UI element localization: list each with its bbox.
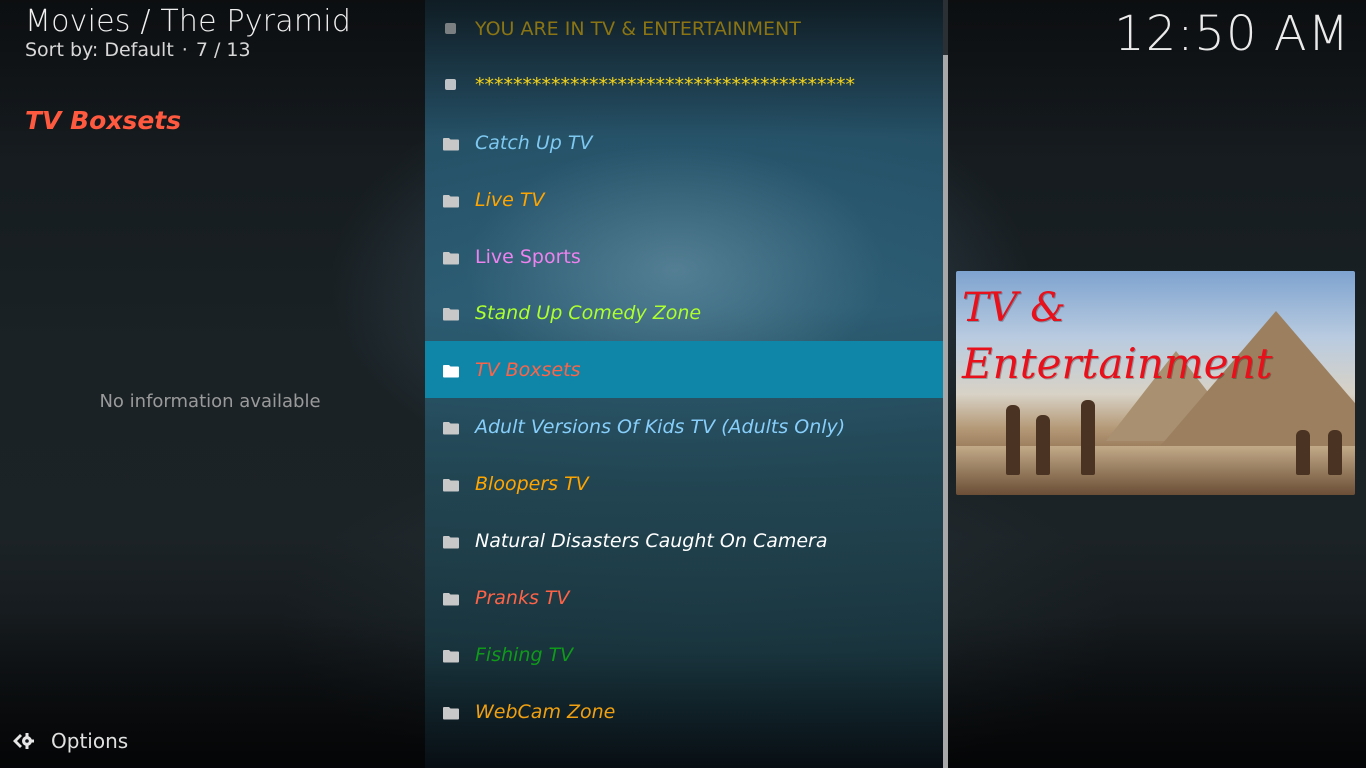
list-item[interactable]: Fishing TV	[425, 626, 943, 683]
folder-icon	[442, 705, 460, 719]
list-item[interactable]: Adult Versions Of Kids TV (Adults Only)	[425, 398, 943, 455]
sort-label[interactable]: Sort by: Default	[25, 39, 174, 61]
list-item[interactable]: YOU ARE IN TV & ENTERTAINMENT	[425, 0, 943, 57]
poster-title-line1: TV &	[962, 285, 1066, 331]
list-item-label: YOU ARE IN TV & ENTERTAINMENT	[475, 17, 801, 40]
list-item-label: Pranks TV	[475, 586, 570, 609]
list-item[interactable]: Live Sports	[425, 228, 943, 285]
options-gear-icon	[10, 728, 36, 754]
options-button[interactable]: Options	[10, 727, 128, 755]
list-item[interactable]: Natural Disasters Caught On Camera	[425, 512, 943, 569]
list-item-label: Adult Versions Of Kids TV (Adults Only)	[475, 415, 846, 438]
clock: 12:50 AM	[1114, 6, 1350, 62]
folder-icon	[442, 534, 460, 548]
list-item-label: Live Sports	[475, 245, 581, 268]
bullet-icon	[445, 79, 456, 90]
poster-title-line2: Entertainment	[962, 339, 1273, 388]
poster-thumbnail: TV & Entertainment	[956, 271, 1355, 495]
list-item-label: TV Boxsets	[475, 358, 581, 381]
list-item-label: Catch Up TV	[475, 131, 593, 154]
list-item-label: ****************************************	[475, 73, 855, 96]
list-item-label: Fishing TV	[475, 643, 574, 666]
poster-figure	[1296, 430, 1310, 475]
folder-icon	[442, 648, 460, 662]
poster-figure	[1328, 430, 1342, 475]
scrollbar-thumb[interactable]	[943, 55, 948, 768]
list-item-label: Bloopers TV	[475, 472, 589, 495]
breadcrumb-title: Movies / The Pyramid	[25, 4, 352, 39]
list-item[interactable]: ****************************************	[425, 56, 943, 113]
options-label: Options	[51, 729, 129, 753]
folder-icon	[442, 591, 460, 605]
sort-info: Sort by: Default · 7 / 13	[25, 39, 251, 61]
list-item-label: Stand Up Comedy Zone	[475, 301, 702, 324]
folder-icon	[442, 136, 460, 150]
list-item[interactable]: Bloopers TV	[425, 455, 943, 512]
item-position: 7 / 13	[195, 39, 251, 61]
poster-figure	[1036, 415, 1050, 475]
list-item[interactable]: Stand Up Comedy Zone	[425, 284, 943, 341]
list-item[interactable]: WebCam Zone	[425, 683, 943, 740]
list-item-label: WebCam Zone	[475, 700, 616, 723]
list-item[interactable]: Live TV	[425, 171, 943, 228]
folder-icon	[442, 420, 460, 434]
selected-item-title: TV Boxsets	[25, 106, 182, 135]
folder-icon	[442, 477, 460, 491]
list-item[interactable]: TV Boxsets	[425, 341, 943, 398]
folder-icon	[442, 193, 460, 207]
folder-icon	[442, 306, 460, 320]
file-list: YOU ARE IN TV & ENTERTAINMENT ***********…	[425, 0, 943, 768]
no-information-text: No information available	[99, 391, 321, 412]
separator: ·	[181, 39, 188, 61]
list-item-label: Live TV	[475, 188, 545, 211]
folder-icon	[442, 250, 460, 264]
list-item-label: Natural Disasters Caught On Camera	[475, 529, 828, 552]
list-item[interactable]: Catch Up TV	[425, 114, 943, 171]
poster-figure	[1006, 405, 1020, 475]
list-item[interactable]: Pranks TV	[425, 569, 943, 626]
poster-figure	[1081, 400, 1095, 475]
folder-icon	[442, 363, 460, 377]
bullet-icon	[445, 23, 456, 34]
